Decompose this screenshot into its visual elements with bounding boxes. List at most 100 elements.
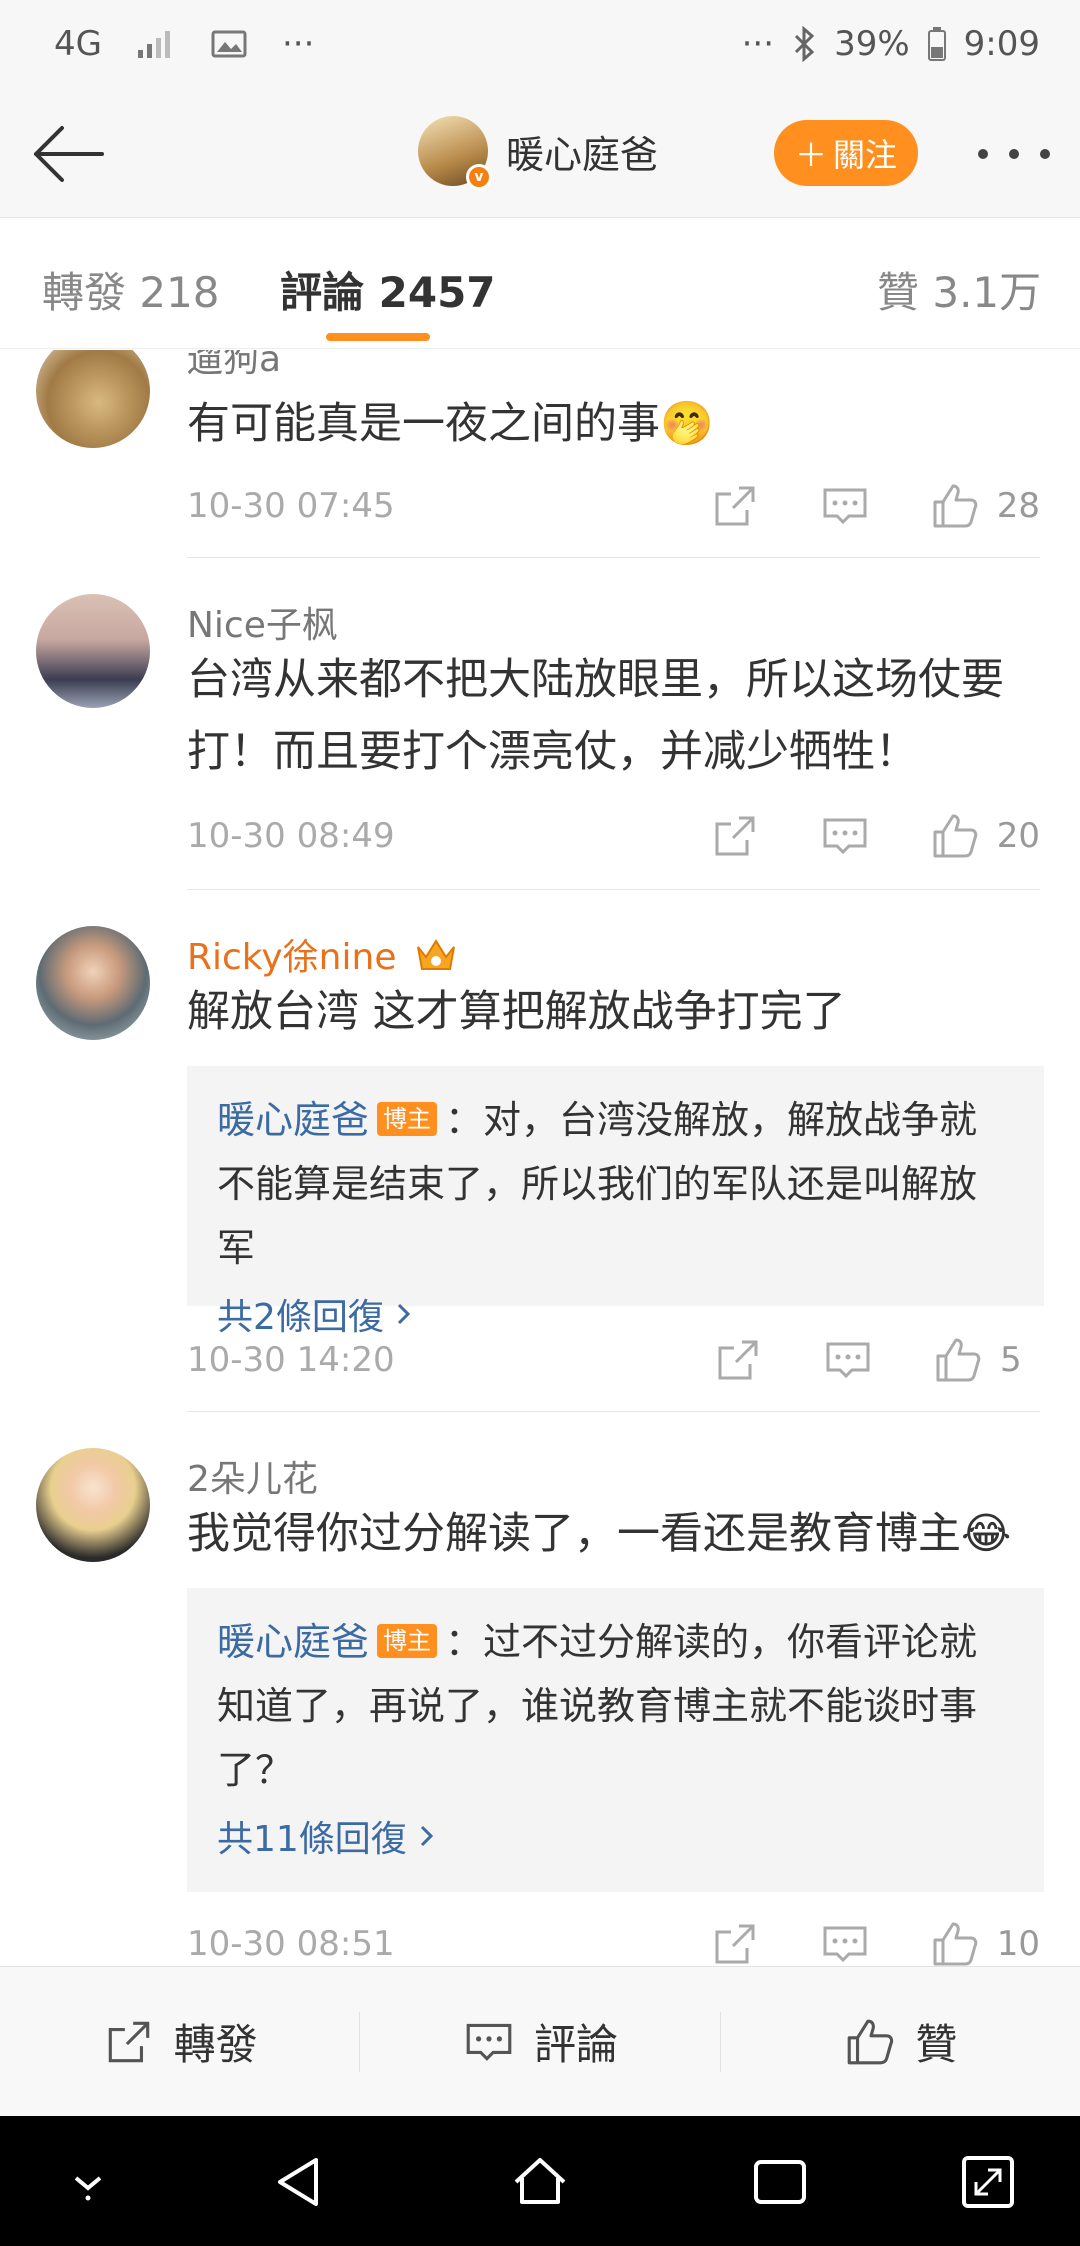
comment-actions: 20 [709, 810, 1040, 862]
status-bar: 4G ··· ··· 39% 9:09 [0, 0, 1080, 90]
user-avatar[interactable] [36, 926, 150, 1040]
comment-username[interactable]: 2朵儿花 [187, 1450, 318, 1502]
comment-username[interactable]: 遛狗a [187, 350, 281, 382]
top-nav: v 暖心庭爸 ＋ 關注 [0, 90, 1080, 218]
comment-icon [466, 2023, 512, 2061]
like-count: 20 [996, 816, 1040, 856]
clock: 9:09 [963, 24, 1040, 64]
comment-text: 解放台湾 这才算把解放战争打完了 [187, 987, 846, 1037]
active-tab-indicator [326, 333, 430, 341]
comment-text: 有可能真是一夜之间的事🤭 [187, 399, 714, 449]
view-replies-link[interactable]: 共11條回復 [217, 1810, 1014, 1862]
thumbs-up-icon[interactable] [929, 1918, 981, 1966]
crown-badge-icon [416, 939, 455, 970]
comment-icon[interactable] [822, 1334, 874, 1386]
comment-time: 10-30 07:45 [187, 486, 395, 526]
share-icon[interactable] [709, 480, 761, 532]
comment-text: 我觉得你过分解读了，一看还是教育博主😂 [187, 1509, 1012, 1559]
comment-actions: 28 [709, 480, 1040, 532]
blogger-badge: 博主 [377, 1624, 438, 1658]
thumbs-up-icon [847, 2019, 894, 2064]
reply-username[interactable]: 暖心庭爸 [217, 1620, 369, 1664]
blogger-avatar[interactable]: v [418, 116, 492, 190]
more-dot-icon [1040, 149, 1050, 159]
comment-actions: 5 [712, 1334, 1040, 1386]
more-dot-icon [978, 149, 988, 159]
arrow-left-icon [34, 126, 104, 182]
chevron-down-icon[interactable] [58, 2152, 118, 2212]
repost-button[interactable]: 轉發 [0, 1967, 359, 2116]
reply-username[interactable]: 暖心庭爸 [217, 1098, 369, 1142]
share-icon[interactable] [712, 1334, 764, 1386]
home-icon[interactable] [510, 2152, 570, 2212]
recent-apps-icon[interactable] [750, 2152, 810, 2212]
chevron-right-icon [397, 1303, 411, 1325]
vip-username: Ricky徐nine [187, 937, 397, 978]
notification-overflow: ··· [281, 24, 315, 64]
tab-comments[interactable]: 評論 2457 [280, 259, 496, 320]
blogger-header[interactable]: v 暖心庭爸 [418, 116, 659, 190]
weibo-comment-page: 4G ··· ··· 39% 9:09 v 暖心庭爸 ＋ 關注 轉發 218 評… [0, 0, 1080, 2246]
comment-item: Ricky徐nine 解放台湾 这才算把解放战争打完了 暖心庭爸 博主 ：对，台湾没… [0, 890, 1080, 1412]
like-count: 5 [1000, 1340, 1022, 1380]
blogger-badge: 博主 [377, 1102, 438, 1136]
view-replies-link[interactable]: 共2條回復 [217, 1288, 1014, 1340]
chevron-right-icon [420, 1825, 433, 1847]
user-avatar[interactable] [36, 1448, 150, 1562]
view-replies-label: 共11條回復 [217, 1819, 407, 1860]
share-icon[interactable] [709, 810, 761, 862]
follow-button[interactable]: ＋ 關注 [774, 120, 918, 186]
comment-time: 10-30 08:51 [187, 1924, 395, 1964]
back-triangle-icon[interactable] [270, 2152, 330, 2212]
page-title: 暖心庭爸 [506, 132, 659, 177]
image-notification-icon [211, 30, 247, 58]
comment-text: 台湾从来都不把大陆放眼里，所以这场仗要打！而且要打个漂亮仗，并减少牺牲！ [187, 655, 1004, 777]
repost-label: 轉發 [173, 2020, 258, 2069]
user-avatar[interactable] [36, 594, 150, 708]
comment-icon[interactable] [819, 1918, 871, 1966]
reply-box[interactable]: 暖心庭爸 博主 ：过不过分解读的，你看评论就知道了，再说了，谁说教育博主就不能谈时事… [187, 1588, 1044, 1892]
comment-username[interactable]: Nice子枫 [187, 596, 338, 648]
follow-label: 關注 [833, 136, 898, 174]
more-options-button[interactable] [978, 134, 1050, 174]
like-count: 10 [996, 1924, 1040, 1964]
blogger-reply: 暖心庭爸 博主 ：对，台湾没解放，解放战争就不能算是结束了，所以我们的军队还是叫解放… [217, 1088, 1014, 1280]
reply-box[interactable]: 暖心庭爸 博主 ：对，台湾没解放，解放战争就不能算是结束了，所以我们的军队还是叫解放… [187, 1066, 1044, 1338]
verified-badge-icon: v [466, 164, 492, 190]
tab-bar: 轉發 218 評論 2457 贊 3.1万 [0, 219, 1080, 349]
battery-percentage: 39% [834, 24, 910, 64]
tab-reposts[interactable]: 轉發 218 [42, 259, 220, 320]
comment-item: Nice子枫 台湾从来都不把大陆放眼里，所以这场仗要打！而且要打个漂亮仗，并减少… [0, 558, 1080, 890]
bottom-action-bar: 轉發 評論 贊 [0, 1966, 1080, 2116]
blogger-reply: 暖心庭爸 博主 ：过不过分解读的，你看评论就知道了，再说了，谁说教育博主就不能谈时事… [217, 1610, 1014, 1802]
thumbs-up-icon[interactable] [929, 480, 981, 532]
tab-likes[interactable]: 贊 3.1万 [877, 259, 1041, 320]
battery-icon [927, 27, 946, 61]
comment-username[interactable]: Ricky徐nine [187, 928, 458, 980]
plus-icon: ＋ [794, 136, 827, 174]
comment-icon[interactable] [819, 810, 871, 862]
comment-actions: 10 [709, 1918, 1040, 1966]
thumbs-up-icon[interactable] [929, 810, 981, 862]
back-button[interactable] [28, 120, 108, 188]
expand-icon[interactable] [958, 2152, 1018, 2212]
share-icon [108, 2021, 149, 2062]
like-button[interactable]: 贊 [721, 1967, 1080, 2116]
system-nav-bar [0, 2116, 1080, 2246]
thumbs-up-icon[interactable] [932, 1334, 984, 1386]
comment-item: 2朵儿花 我觉得你过分解读了，一看还是教育博主😂 暖心庭爸 博主 ：过不过分解读的，… [0, 1412, 1080, 1966]
share-icon[interactable] [709, 1918, 761, 1966]
comment-button[interactable]: 評論 [360, 1967, 719, 2116]
like-label: 贊 [915, 2020, 958, 2069]
notification-overflow-right: ··· [741, 24, 775, 64]
signal-icon [137, 31, 170, 58]
comment-icon[interactable] [819, 480, 871, 532]
like-count: 28 [996, 486, 1040, 526]
comment-time: 10-30 08:49 [187, 816, 395, 856]
view-replies-label: 共2條回復 [217, 1297, 384, 1338]
comment-item: 遛狗a 有可能真是一夜之间的事🤭 10-30 07:45 28 [0, 350, 1080, 558]
comment-list[interactable]: 遛狗a 有可能真是一夜之间的事🤭 10-30 07:45 28 Nice子枫 台… [0, 350, 1080, 1966]
more-dot-icon [1009, 149, 1019, 159]
bluetooth-icon [795, 26, 815, 62]
user-avatar[interactable] [36, 350, 150, 448]
